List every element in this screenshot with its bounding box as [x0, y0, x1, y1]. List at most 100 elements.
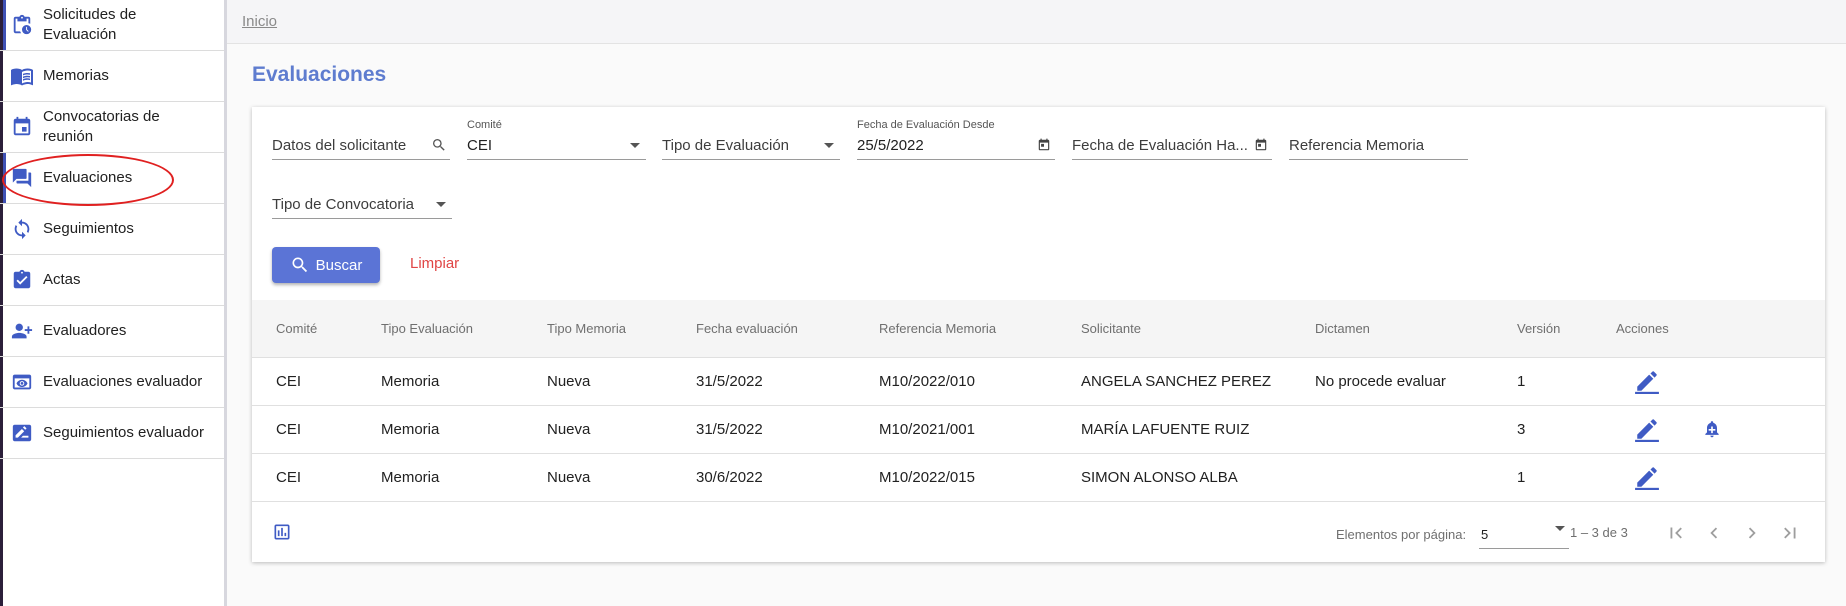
cell-version: 1 — [1517, 373, 1526, 390]
field-underline — [1072, 159, 1272, 160]
tipo-evaluacion-placeholder: Tipo de Evaluación — [662, 137, 790, 154]
search-icon — [290, 255, 310, 275]
column-header-version[interactable]: Versión — [1517, 321, 1560, 336]
field-underline — [272, 218, 452, 219]
column-header-dictamen[interactable]: Dictamen — [1315, 321, 1370, 336]
search-icon[interactable] — [430, 136, 448, 154]
sidebar-item-evaluaciones[interactable]: Evaluaciones — [0, 153, 224, 204]
cell-version: 3 — [1517, 421, 1526, 438]
cell-referencia: M10/2022/010 — [879, 373, 975, 390]
clipboard-clock-icon — [10, 13, 34, 37]
cell-version: 1 — [1517, 469, 1526, 486]
column-header-acciones: Acciones — [1616, 321, 1669, 336]
cell-tipo-memoria: Nueva — [547, 469, 591, 486]
chevron-down-icon — [626, 136, 644, 154]
cell-tipo-evaluacion: Memoria — [381, 469, 440, 486]
sidebar-item-solicitudes[interactable]: Solicitudes de Evaluación — [0, 0, 224, 51]
previous-page-icon[interactable] — [1700, 519, 1728, 547]
fecha-desde-label: Fecha de Evaluación Desde — [857, 119, 995, 131]
cell-fecha: 31/5/2022 — [696, 421, 763, 438]
sidebar-item-convocatorias[interactable]: Convocatorias de reunión — [0, 102, 224, 153]
cell-comite: CEI — [276, 469, 302, 486]
sidebar-item-evaluadores[interactable]: Evaluadores — [0, 306, 224, 357]
fecha-desde-field[interactable]: Fecha de Evaluación Desde 25/5/2022 — [857, 107, 1055, 161]
chart-export-icon[interactable] — [272, 522, 292, 542]
sidebar-item-memorias[interactable]: Memorias — [0, 51, 224, 102]
column-header-tipo-evaluacion[interactable]: Tipo Evaluación — [381, 321, 473, 336]
search-button[interactable]: Buscar — [272, 247, 380, 283]
sidebar-item-label: Evaluaciones evaluador — [43, 373, 203, 390]
edit-icon[interactable] — [1634, 464, 1660, 490]
fecha-desde-value: 25/5/2022 — [857, 137, 924, 154]
page-size-select[interactable]: 5 — [1479, 519, 1569, 549]
field-underline — [467, 159, 646, 160]
sidebar-item-seguimientos[interactable]: Seguimientos — [0, 204, 224, 255]
tipo-convocatoria-select[interactable]: Tipo de Convocatoria — [272, 166, 452, 220]
edit-icon[interactable] — [1634, 416, 1660, 442]
field-underline — [1289, 159, 1468, 160]
cell-solicitante: MARÍA LAFUENTE RUIZ — [1081, 421, 1250, 438]
search-button-label: Buscar — [315, 256, 363, 274]
edit-icon[interactable] — [1634, 368, 1660, 394]
comite-select[interactable]: Comité CEI — [467, 107, 646, 161]
solicitante-field[interactable]: Datos del solicitante — [272, 107, 450, 161]
field-underline — [662, 159, 840, 160]
sidebar-item-label: Evaluaciones — [43, 169, 133, 186]
last-page-icon[interactable] — [1776, 519, 1804, 547]
breadcrumb-home-link[interactable]: Inicio — [242, 13, 277, 30]
table-row: CEI Memoria Nueva 31/5/2022 M10/2021/001… — [252, 406, 1825, 454]
page-size-value: 5 — [1481, 527, 1489, 542]
page-title: Evaluaciones — [252, 63, 387, 86]
comite-value: CEI — [467, 137, 493, 154]
sync-icon — [10, 217, 34, 241]
calendar-picker-icon[interactable] — [1035, 136, 1053, 154]
column-header-referencia-memoria[interactable]: Referencia Memoria — [879, 321, 996, 336]
column-header-fecha-evaluacion[interactable]: Fecha evaluación — [696, 321, 798, 336]
chevron-down-icon — [1555, 526, 1565, 549]
cell-referencia: M10/2021/001 — [879, 421, 975, 438]
sidebar-item-seguimientos-evaluador[interactable]: Seguimientos evaluador — [0, 408, 224, 459]
calendar-picker-icon[interactable] — [1252, 136, 1270, 154]
field-underline — [272, 159, 450, 160]
sidebar-item-label: Actas — [43, 271, 81, 288]
cell-comite: CEI — [276, 373, 302, 390]
chat-icon — [10, 166, 34, 190]
sidebar-item-label: Convocatorias de reunión — [43, 108, 160, 145]
edit-card-icon — [10, 421, 34, 445]
book-icon — [10, 64, 34, 88]
calendar-icon — [10, 115, 34, 139]
cell-fecha: 30/6/2022 — [696, 469, 763, 486]
referencia-memoria-field[interactable]: Referencia Memoria — [1289, 107, 1468, 161]
comite-label: Comité — [467, 119, 502, 131]
app-root: Solicitudes de Evaluación Memorias Convoc… — [0, 0, 1846, 606]
sidebar: Solicitudes de Evaluación Memorias Convoc… — [0, 0, 227, 606]
next-page-icon[interactable] — [1738, 519, 1766, 547]
referencia-placeholder: Referencia Memoria — [1289, 137, 1425, 154]
chevron-down-icon — [820, 136, 838, 154]
sidebar-item-evaluaciones-evaluador[interactable]: Evaluaciones evaluador — [0, 357, 224, 408]
cell-tipo-memoria: Nueva — [547, 373, 591, 390]
column-header-tipo-memoria[interactable]: Tipo Memoria — [547, 321, 626, 336]
first-page-icon[interactable] — [1662, 519, 1690, 547]
column-header-solicitante[interactable]: Solicitante — [1081, 321, 1141, 336]
tipo-evaluacion-select[interactable]: Tipo de Evaluación — [662, 107, 840, 161]
evaluaciones-card: Datos del solicitante Comité CEI Tipo de… — [252, 107, 1825, 562]
fecha-hasta-field[interactable]: Fecha de Evaluación Ha... — [1072, 107, 1272, 161]
cell-solicitante: SIMON ALONSO ALBA — [1081, 469, 1238, 486]
person-add-icon — [10, 319, 34, 343]
cell-dictamen: No procede evaluar — [1315, 373, 1446, 390]
field-underline — [857, 159, 1055, 160]
table-row: CEI Memoria Nueva 31/5/2022 M10/2022/010… — [252, 358, 1825, 406]
chevron-down-icon — [432, 195, 450, 213]
table-row: CEI Memoria Nueva 30/6/2022 M10/2022/015… — [252, 454, 1825, 502]
cell-referencia: M10/2022/015 — [879, 469, 975, 486]
clear-button[interactable]: Limpiar — [410, 255, 459, 272]
cell-solicitante: ANGELA SANCHEZ PEREZ — [1081, 373, 1272, 390]
column-header-comite[interactable]: Comité — [276, 321, 317, 336]
bell-add-icon[interactable] — [1699, 416, 1725, 442]
tipo-convocatoria-placeholder: Tipo de Convocatoria — [272, 196, 415, 213]
sidebar-item-actas[interactable]: Actas — [0, 255, 224, 306]
sidebar-item-label: Evaluadores — [43, 322, 127, 339]
cell-tipo-evaluacion: Memoria — [381, 373, 440, 390]
solicitante-placeholder: Datos del solicitante — [272, 137, 407, 154]
